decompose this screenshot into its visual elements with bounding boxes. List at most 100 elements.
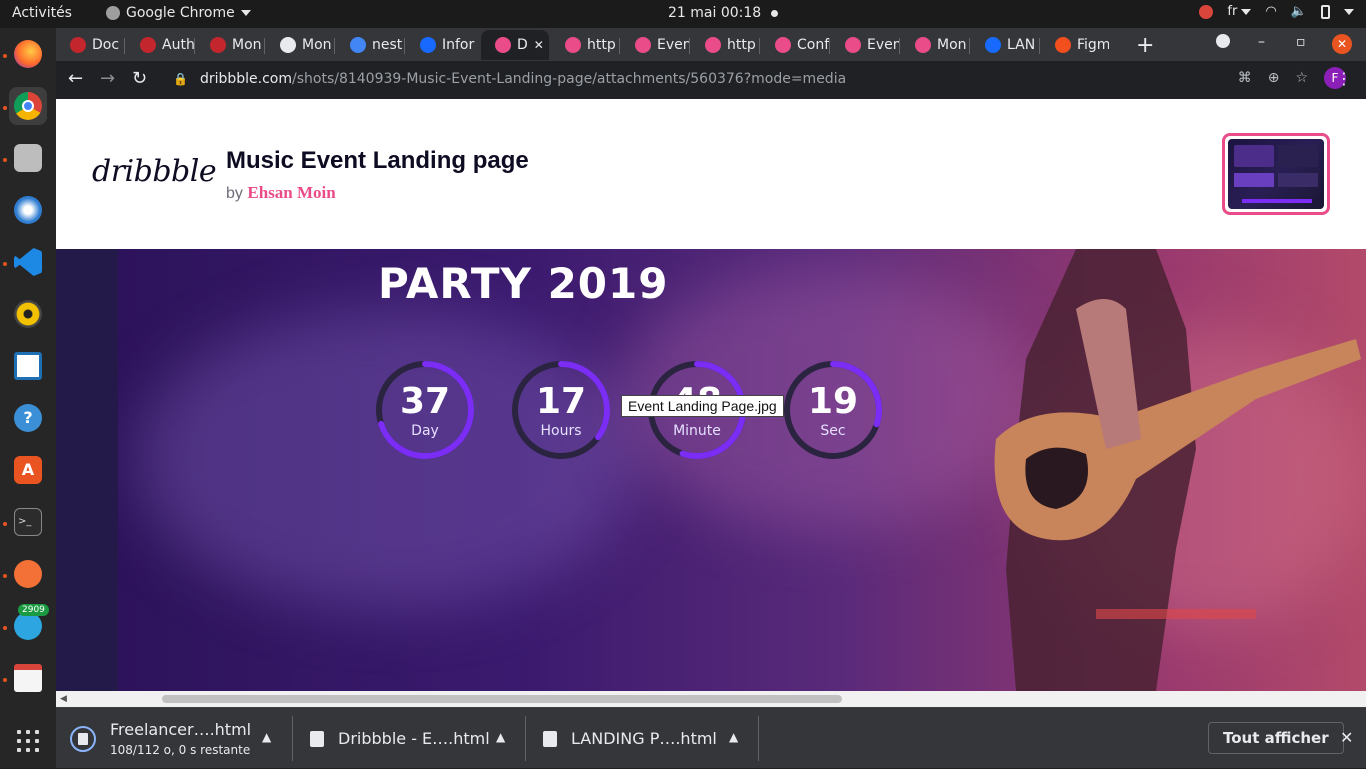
browser-tab[interactable]: Auth bbox=[126, 30, 194, 60]
show-applications-icon[interactable] bbox=[17, 730, 39, 752]
translate-icon[interactable]: ⌘ bbox=[1238, 70, 1252, 86]
tab-separator bbox=[759, 38, 760, 54]
scrollbar-thumb[interactable] bbox=[162, 695, 842, 703]
countdown-value: 19 bbox=[807, 381, 859, 422]
browser-tab[interactable]: Doc bbox=[56, 30, 124, 60]
download-status: 108/112 o, 0 s restante bbox=[110, 743, 251, 757]
tab-favicon-icon bbox=[565, 37, 581, 53]
menu-kebab-icon[interactable]: ⋮ bbox=[1336, 69, 1352, 88]
horizontal-scrollbar[interactable]: ◀ bbox=[56, 691, 1366, 707]
rhythmbox-icon[interactable] bbox=[9, 295, 47, 333]
browser-tab[interactable]: nest bbox=[336, 30, 404, 60]
language-indicator[interactable]: fr bbox=[1227, 4, 1252, 19]
firefox-icon[interactable] bbox=[9, 35, 47, 73]
chevron-up-icon[interactable]: ▲ bbox=[729, 730, 738, 744]
reload-button[interactable]: ↻ bbox=[132, 68, 147, 89]
browser-tab[interactable]: Even bbox=[831, 30, 899, 60]
tab-favicon-icon bbox=[420, 37, 436, 53]
tab-label: Even bbox=[867, 37, 899, 53]
browser-tab[interactable]: http bbox=[691, 30, 759, 60]
guitarist-figure bbox=[994, 249, 1361, 691]
back-button[interactable]: ← bbox=[68, 68, 83, 89]
scroll-left-icon[interactable]: ◀ bbox=[60, 694, 67, 704]
tab-label: Infor bbox=[442, 37, 475, 53]
thunderbird-icon[interactable] bbox=[9, 191, 47, 229]
address-bar[interactable]: 🔒 dribbble.com/shots/8140939-Music-Event… bbox=[163, 64, 1333, 94]
tab-separator bbox=[194, 38, 195, 54]
show-all-downloads-button[interactable]: Tout afficher bbox=[1208, 722, 1344, 754]
close-downloads-icon[interactable]: ✕ bbox=[1340, 728, 1353, 747]
update-icon bbox=[1199, 4, 1214, 19]
download-filename: Freelancer….html bbox=[110, 720, 252, 739]
running-indicator bbox=[3, 158, 7, 162]
telegram-badge: 2909 bbox=[18, 604, 49, 616]
tab-label: Mon bbox=[302, 37, 332, 53]
countdown-day: 37 Day bbox=[372, 357, 478, 463]
attachment-thumbnail[interactable] bbox=[1222, 133, 1330, 215]
browser-tab[interactable]: Mon bbox=[196, 30, 264, 60]
dribbble-logo[interactable]: dribbble bbox=[92, 154, 217, 189]
countdown-unit: Day bbox=[411, 423, 439, 439]
party-heading: PARTY 2019 bbox=[378, 259, 669, 308]
countdown-unit: Sec bbox=[820, 423, 846, 439]
chevron-up-icon[interactable]: ▲ bbox=[262, 730, 271, 744]
tab-search-icon[interactable] bbox=[1216, 34, 1230, 48]
system-tray[interactable]: fr ◠ 🔈 bbox=[1199, 4, 1354, 19]
download-item[interactable]: Freelancer….html 108/112 o, 0 s restante… bbox=[70, 708, 290, 769]
countdown-hours: 17 Hours bbox=[508, 357, 614, 463]
writer-icon[interactable] bbox=[9, 347, 47, 385]
tab-favicon-icon bbox=[845, 37, 861, 53]
tab-favicon-icon bbox=[985, 37, 1001, 53]
help-icon[interactable]: ? bbox=[9, 399, 47, 437]
browser-tab[interactable]: http bbox=[551, 30, 619, 60]
browser-tab[interactable]: Even bbox=[621, 30, 689, 60]
tab-label: Mon bbox=[232, 37, 262, 53]
minimize-button[interactable]: – bbox=[1258, 34, 1265, 50]
browser-tab[interactable]: Infor bbox=[406, 30, 478, 60]
divider bbox=[292, 716, 293, 761]
shot-header: dribbble Music Event Landing page by Ehs… bbox=[56, 99, 1366, 249]
software-icon[interactable]: A bbox=[9, 451, 47, 489]
system-top-bar: Activités Google Chrome 21 mai 00:18 fr … bbox=[0, 0, 1366, 28]
postman-icon[interactable] bbox=[9, 555, 47, 593]
countdown-value: 17 bbox=[535, 381, 587, 422]
browser-tab[interactable]: Conf bbox=[761, 30, 829, 60]
chrome-app-icon bbox=[106, 6, 120, 20]
terminal-icon[interactable]: >_ bbox=[9, 503, 47, 541]
tab-favicon-icon bbox=[495, 37, 511, 53]
download-item[interactable]: Dribbble - E….html ▲ bbox=[310, 708, 520, 769]
browser-tab[interactable]: D ✕ bbox=[481, 30, 549, 60]
text-editor-icon[interactable] bbox=[9, 659, 47, 697]
author-link[interactable]: Ehsan Moin bbox=[247, 183, 335, 202]
vscode-icon[interactable] bbox=[9, 243, 47, 281]
chrome-icon[interactable] bbox=[9, 87, 47, 125]
browser-tab[interactable]: Mon bbox=[901, 30, 969, 60]
running-indicator bbox=[3, 678, 7, 682]
url-host: dribbble.com bbox=[199, 71, 292, 87]
new-tab-button[interactable]: + bbox=[1136, 33, 1154, 58]
clock[interactable]: 21 mai 00:18 bbox=[668, 5, 779, 21]
chevron-down-icon bbox=[1344, 8, 1354, 15]
tab-label: D bbox=[517, 37, 528, 53]
download-filename: Dribbble - E….html bbox=[338, 729, 490, 748]
running-indicator bbox=[3, 522, 7, 526]
running-indicator bbox=[3, 262, 7, 266]
browser-tab[interactable]: Mon bbox=[266, 30, 334, 60]
browser-tab[interactable]: Figm bbox=[1041, 30, 1109, 60]
app-menu[interactable]: Google Chrome bbox=[106, 5, 251, 21]
tab-label: Even bbox=[657, 37, 689, 53]
files-icon[interactable] bbox=[9, 139, 47, 177]
zoom-icon[interactable]: ⊕ bbox=[1268, 70, 1280, 86]
maximize-button[interactable]: ▫ bbox=[1296, 34, 1306, 50]
activities-button[interactable]: Activités bbox=[12, 5, 72, 21]
tab-close-icon[interactable]: ✕ bbox=[534, 38, 544, 52]
chevron-down-icon bbox=[240, 10, 251, 16]
notification-dot-icon bbox=[771, 9, 779, 17]
download-item[interactable]: LANDING P….html ▲ bbox=[543, 708, 753, 769]
forward-button[interactable]: → bbox=[100, 68, 115, 89]
browser-tab[interactable]: LAN bbox=[971, 30, 1039, 60]
chevron-up-icon[interactable]: ▲ bbox=[496, 730, 505, 744]
running-indicator bbox=[3, 574, 7, 578]
bookmark-star-icon[interactable]: ☆ bbox=[1295, 70, 1308, 86]
close-window-button[interactable]: ✕ bbox=[1332, 34, 1352, 54]
